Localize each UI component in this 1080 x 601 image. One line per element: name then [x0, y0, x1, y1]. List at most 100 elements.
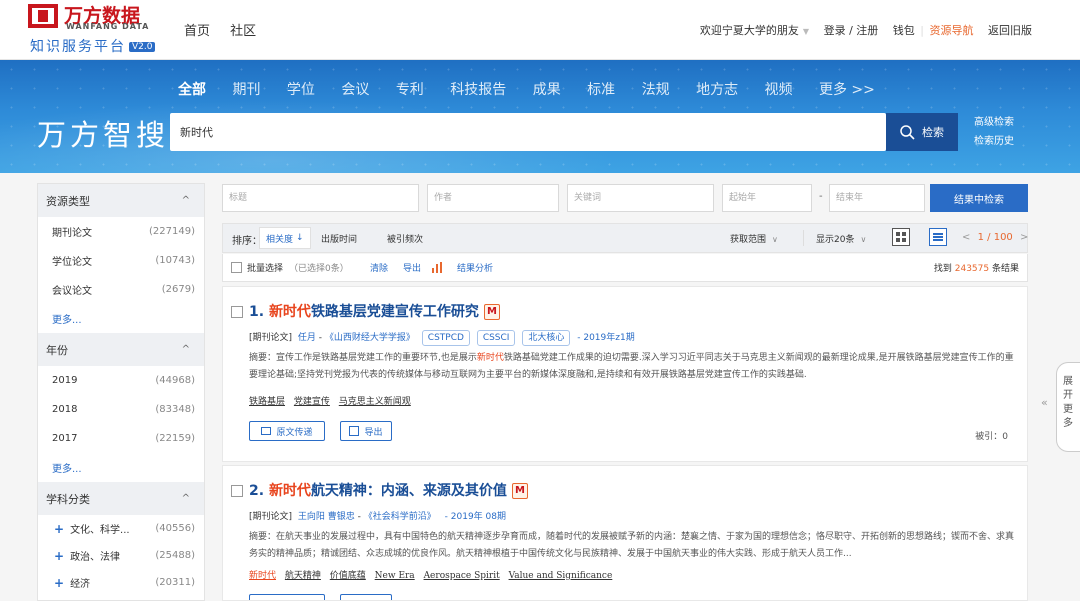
- index-tag[interactable]: 北大核心: [522, 330, 571, 346]
- search-icon: [900, 124, 915, 140]
- next-page-button[interactable]: >: [1020, 232, 1028, 243]
- keyword-link[interactable]: 航天精神: [285, 571, 321, 581]
- facet-title: 年份: [46, 343, 68, 357]
- plus-icon[interactable]: +: [54, 549, 64, 563]
- m-badge-icon: M: [483, 304, 500, 320]
- start-year-input[interactable]: [722, 184, 812, 212]
- prev-page-button[interactable]: <: [962, 232, 970, 243]
- result-title-link[interactable]: 2. 新时代航天精神：内涵、来源及其价值 M: [249, 480, 528, 500]
- keyword-link[interactable]: 党建宣传: [294, 397, 330, 407]
- tab-local-chronicles[interactable]: 地方志: [696, 82, 738, 98]
- grid-view-icon[interactable]: [892, 228, 910, 246]
- export-button[interactable]: 导出: [340, 421, 392, 441]
- title-text: 铁路基层党建宣传工作研究: [310, 304, 479, 320]
- expand-more-tab[interactable]: « 展开更多: [1041, 362, 1080, 452]
- sort-citations[interactable]: 被引频次: [381, 227, 429, 249]
- facet-subject-item[interactable]: + 政治、法律 (25488): [38, 542, 204, 569]
- platform-label: 知识服务平台: [30, 39, 126, 55]
- keyword-link[interactable]: 价值底蕴: [330, 571, 366, 581]
- search-within-results-button[interactable]: 结果中检索: [930, 184, 1028, 212]
- facet-more-link[interactable]: 更多...: [38, 304, 204, 333]
- tab-more[interactable]: 更多 >>: [819, 82, 875, 98]
- fulltext-delivery-button[interactable]: 原文传递: [249, 421, 325, 441]
- journal-link[interactable]: 《社会科学前沿》: [364, 512, 436, 522]
- search-button[interactable]: 检索: [886, 113, 958, 151]
- wallet-link[interactable]: 钱包: [893, 24, 915, 37]
- facet-header-subject[interactable]: 学科分类 ^: [38, 482, 204, 515]
- clear-selection-link[interactable]: 清除: [370, 261, 388, 274]
- issue-link[interactable]: - 2019年 08期: [445, 512, 506, 522]
- facet-header-resource-type[interactable]: 资源类型 ^: [38, 184, 204, 217]
- tab-theses[interactable]: 学位: [287, 82, 315, 98]
- facet-item[interactable]: 会议论文 (2679): [38, 275, 204, 304]
- facet-subject-item[interactable]: + 经济 (20311): [38, 569, 204, 596]
- keyword-link[interactable]: 新时代: [249, 571, 276, 581]
- author-link[interactable]: 王向阳 曹银忠: [298, 512, 355, 522]
- divider: |: [920, 24, 924, 37]
- index-tag[interactable]: CSSCI: [476, 330, 516, 346]
- tab-all[interactable]: 全部: [178, 82, 206, 98]
- old-version-link[interactable]: 返回旧版: [988, 24, 1032, 37]
- resource-nav-link[interactable]: 资源导航: [930, 24, 974, 37]
- export-button[interactable]: [340, 594, 392, 600]
- search-input[interactable]: [170, 113, 886, 151]
- keyword-link[interactable]: New Era: [375, 571, 415, 581]
- facet-item[interactable]: 学位论文 (10743): [38, 246, 204, 275]
- facet-subject-item[interactable]: + 文化、科学... (40556): [38, 515, 204, 542]
- select-all-checkbox[interactable]: [231, 262, 242, 273]
- facet-item[interactable]: 2018 (83348): [38, 395, 204, 424]
- tab-conferences[interactable]: 会议: [341, 82, 369, 98]
- keyword-link[interactable]: Aerospace Spirit: [424, 571, 500, 581]
- keyword-link[interactable]: 铁路基层: [249, 397, 285, 407]
- chart-bar-icon: [432, 262, 444, 273]
- page-size-dropdown[interactable]: 显示20条 ∨: [816, 232, 866, 245]
- facet-item[interactable]: 2017 (22159): [38, 424, 204, 453]
- tab-videos[interactable]: 视频: [765, 82, 793, 98]
- sort-publish-date[interactable]: 出版时间: [315, 227, 363, 249]
- tab-standards[interactable]: 标准: [587, 82, 615, 98]
- tab-tech-reports[interactable]: 科技报告: [450, 82, 506, 98]
- facet-more-link[interactable]: 更多...: [38, 453, 204, 482]
- facet-item[interactable]: 2019 (44968): [38, 366, 204, 395]
- result-checkbox[interactable]: [231, 485, 243, 497]
- result-title-link[interactable]: 1. 新时代铁路基层党建宣传工作研究 M: [249, 301, 500, 321]
- plus-icon[interactable]: +: [54, 522, 64, 536]
- author-filter-input[interactable]: [427, 184, 559, 212]
- plus-icon[interactable]: +: [54, 576, 64, 590]
- author-link[interactable]: 任月: [298, 333, 316, 343]
- double-chevron-left-icon[interactable]: «: [1041, 396, 1048, 409]
- tab-achievements[interactable]: 成果: [533, 82, 561, 98]
- tab-journals[interactable]: 期刊: [232, 82, 260, 98]
- facet-header-year[interactable]: 年份 ^: [38, 333, 204, 366]
- result-analysis-link[interactable]: 结果分析: [457, 261, 493, 274]
- export-link[interactable]: 导出: [403, 261, 421, 274]
- keyword-link[interactable]: Value and Significance: [509, 571, 613, 581]
- expand-more-label: 展开更多: [1063, 376, 1073, 429]
- index-tag[interactable]: CSTPCD: [421, 330, 470, 346]
- welcome-text: 欢迎宁夏大学的朋友: [699, 24, 799, 37]
- journal-link[interactable]: 《山西财经大学学报》: [325, 333, 415, 343]
- range-dropdown-label: 获取范围: [730, 235, 767, 245]
- login-register-link[interactable]: 登录 / 注册: [824, 24, 879, 37]
- result-abstract: 摘要：在航天事业的发展过程中，具有中国特色的航天精神逐步孕育而成，随着时代的发展…: [249, 532, 1015, 559]
- keyword-filter-input[interactable]: [567, 184, 714, 212]
- advanced-search-link[interactable]: 高级检索: [974, 113, 1014, 132]
- nav-home-link[interactable]: 首页: [184, 24, 210, 39]
- search-history-link[interactable]: 检索历史: [974, 132, 1014, 151]
- list-view-icon[interactable]: [929, 228, 947, 246]
- fulltext-delivery-button[interactable]: [249, 594, 325, 600]
- title-filter-input[interactable]: [222, 184, 419, 212]
- tab-patents[interactable]: 专利: [396, 82, 424, 98]
- keyword-link[interactable]: 马克思主义新闻观: [339, 397, 411, 407]
- nav-community-link[interactable]: 社区: [230, 24, 256, 39]
- issue-link[interactable]: - 2019年z1期: [577, 333, 634, 343]
- end-year-input[interactable]: [829, 184, 925, 212]
- wanfang-logo[interactable]: 万方数据 WANFANG DATA 知识服务平台 V2.0: [28, 2, 168, 56]
- range-dropdown[interactable]: 获取范围 ∨: [730, 232, 778, 245]
- welcome-dropdown[interactable]: 欢迎宁夏大学的朋友 ▼: [700, 24, 809, 37]
- facet-item[interactable]: 期刊论文 (227149): [38, 217, 204, 246]
- tab-laws[interactable]: 法规: [642, 82, 670, 98]
- sort-relevance[interactable]: 相关度 ↓: [259, 227, 311, 249]
- search-button-label: 检索: [922, 126, 944, 139]
- result-checkbox[interactable]: [231, 306, 243, 318]
